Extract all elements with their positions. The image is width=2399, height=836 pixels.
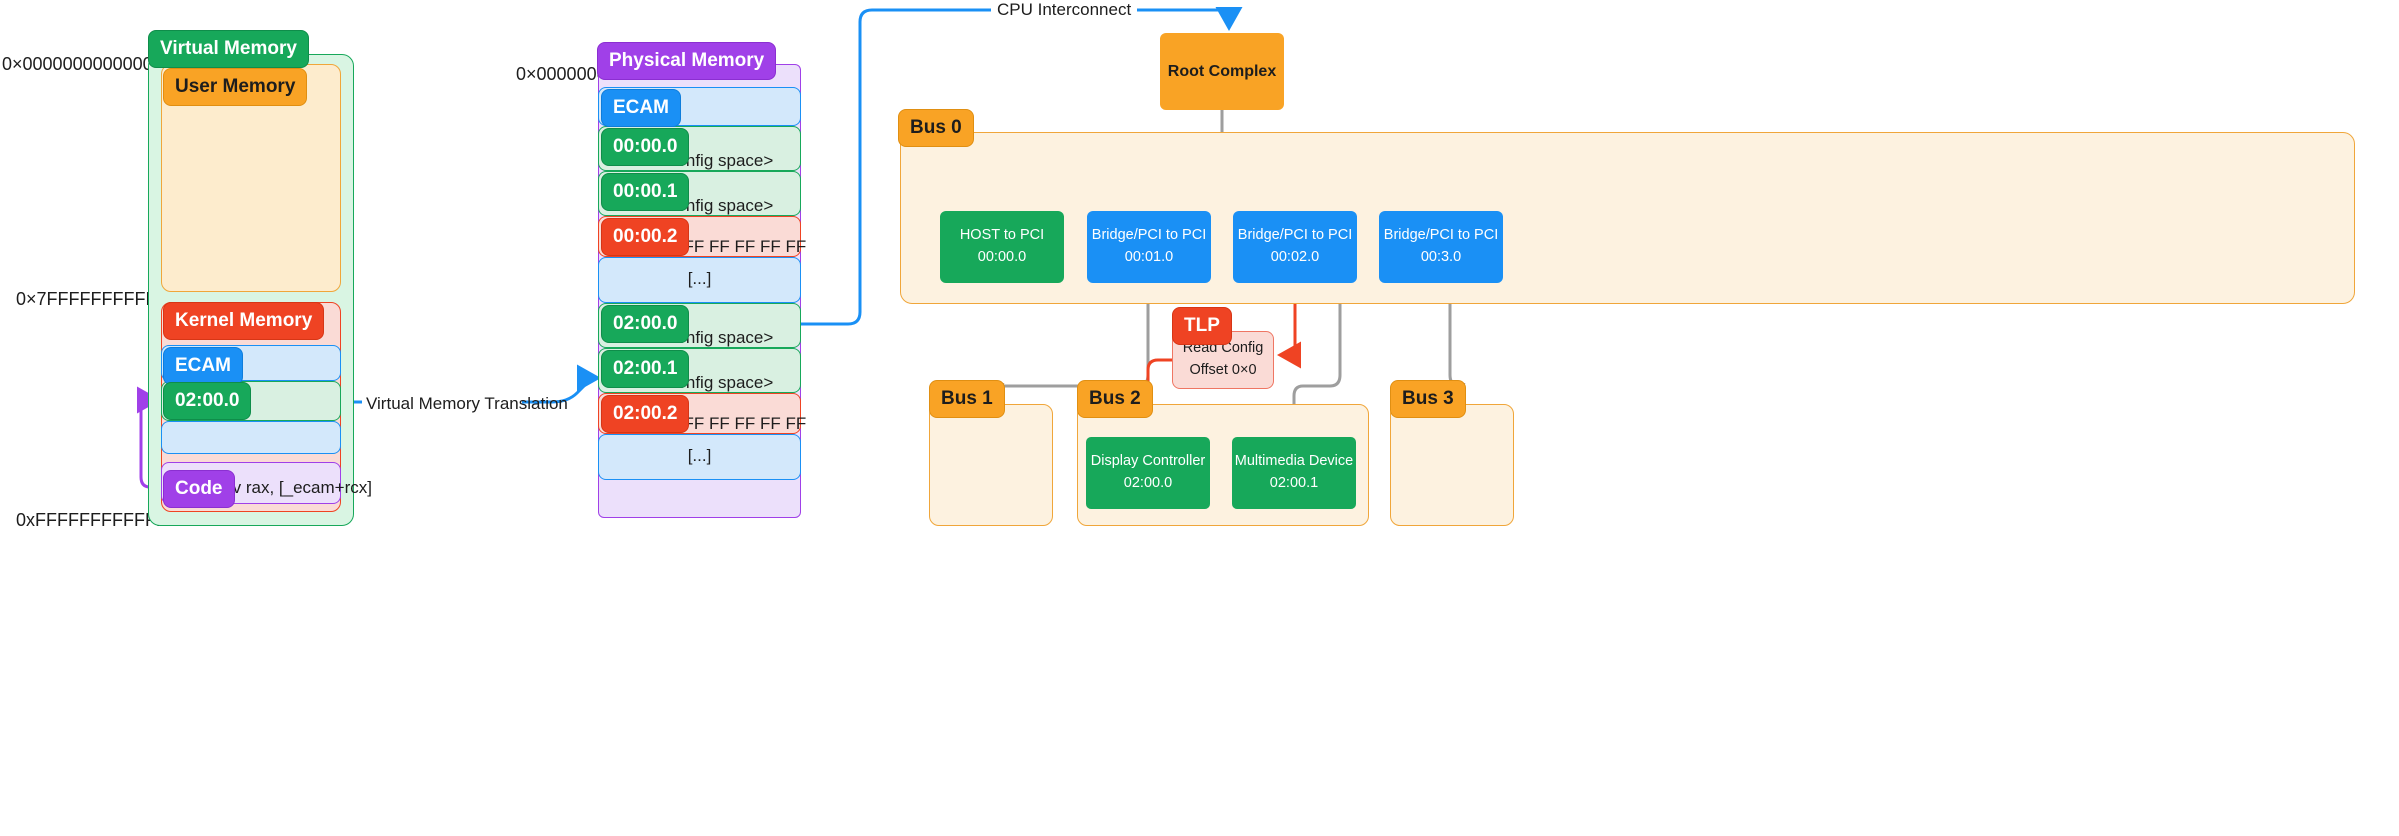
virtual-memory-title: Virtual Memory: [148, 30, 309, 68]
pci-bridge-node[interactable]: Bridge/PCI to PCI 00:02.0: [1233, 211, 1357, 283]
pci-device-name: Multimedia Device: [1234, 453, 1354, 470]
cpu-interconnect-label: CPU Interconnect: [991, 0, 1138, 20]
pci-bridge-bdf: 00:00.0: [977, 249, 1027, 265]
kernel-ecam-gap-region: [161, 421, 341, 454]
root-complex-node[interactable]: Root Complex: [1160, 33, 1284, 110]
diagram-canvas: 0×0000000000000000 0×7FFFFFFFFFFFFFFF 0x…: [0, 0, 2399, 836]
physical-memory-row-badge: 02:00.2: [601, 395, 690, 433]
pci-bridge-name: Bridge/PCI to PCI: [1091, 227, 1207, 244]
user-memory-title: User Memory: [163, 68, 308, 106]
pci-bridge-name: Bridge/PCI to PCI: [1237, 227, 1353, 244]
physical-memory-title: Physical Memory: [597, 42, 777, 80]
kernel-ecam-title: ECAM: [163, 347, 243, 385]
virtual-memory-translation-label: Virtual Memory Translation: [366, 394, 568, 413]
pci-bridge-bdf: 00:3.0: [1420, 249, 1462, 265]
physical-memory-row-badge: 00:00.2: [601, 218, 690, 256]
bus-label: Bus 3: [1390, 380, 1466, 418]
tlp-label: TLP: [1172, 307, 1232, 345]
physical-memory-row-badge: 00:00.0: [601, 128, 690, 166]
kernel-memory-title: Kernel Memory: [163, 302, 325, 340]
pci-bridge-name: HOST to PCI: [959, 227, 1045, 244]
pci-bridge-node[interactable]: HOST to PCI 00:00.0: [940, 211, 1064, 283]
physical-memory-row-badge: 02:00.0: [601, 305, 690, 343]
pci-bridge-bdf: 00:01.0: [1124, 249, 1174, 265]
pci-device-name: Display Controller: [1090, 453, 1206, 470]
bus-container: [1390, 404, 1514, 526]
bus-container: [929, 404, 1053, 526]
bus-0-label: Bus 0: [898, 109, 974, 147]
code-title: Code: [163, 470, 235, 508]
bus-label: Bus 1: [929, 380, 1005, 418]
physical-memory-row-badge: 02:00.1: [601, 350, 690, 388]
pci-device-node[interactable]: Multimedia Device 02:00.1: [1232, 437, 1356, 509]
pci-bridge-node[interactable]: Bridge/PCI to PCI 00:3.0: [1379, 211, 1503, 283]
pci-device-bdf: 02:00.1: [1269, 475, 1319, 491]
bus-label: Bus 2: [1077, 380, 1153, 418]
kernel-device-bdf-title: 02:00.0: [163, 382, 252, 420]
physical-memory-row-badge: ECAM: [601, 89, 681, 127]
pci-bridge-name: Bridge/PCI to PCI: [1383, 227, 1499, 244]
pci-device-bdf: 02:00.0: [1123, 475, 1173, 491]
pci-bridge-node[interactable]: Bridge/PCI to PCI 00:01.0: [1087, 211, 1211, 283]
interconnect-to-rootcomplex-arrow: [1215, 7, 1243, 31]
physical-memory-row-text: [...]: [687, 446, 712, 465]
tlp-line-2: Offset 0×0: [1189, 362, 1257, 378]
pci-device-node[interactable]: Display Controller 02:00.0: [1086, 437, 1210, 509]
physical-memory-row-text: [...]: [687, 269, 712, 288]
pci-bridge-bdf: 00:02.0: [1270, 249, 1320, 265]
physical-memory-row-badge: 00:00.1: [601, 173, 690, 211]
